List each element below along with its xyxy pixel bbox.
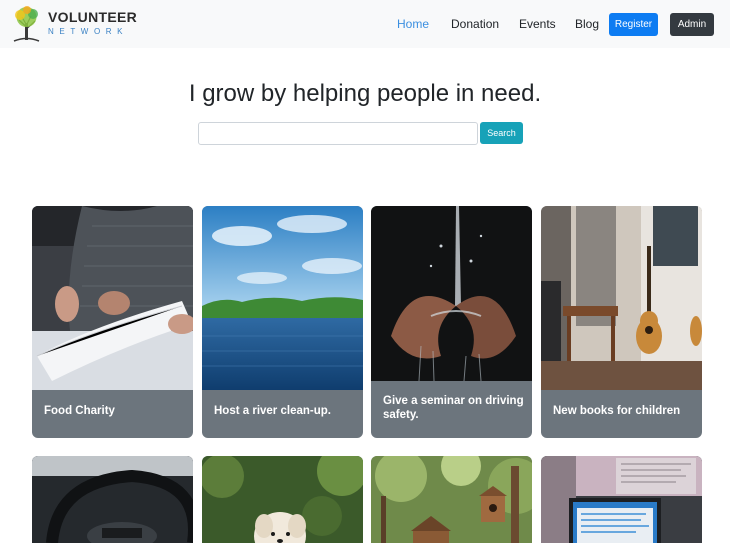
car-steering-photo [32, 456, 193, 543]
nav-link-donation[interactable]: Donation [451, 17, 499, 31]
event-card[interactable] [202, 456, 363, 543]
birdhouse-forest-photo [371, 456, 532, 543]
event-card[interactable] [371, 456, 532, 543]
navbar: VOLUNTEER NETWORK Home Donation Events B… [0, 0, 730, 48]
event-card-title: Food Charity [44, 405, 115, 417]
tree-icon [13, 6, 40, 42]
river-lake-photo [202, 206, 363, 390]
book-reading-photo [32, 206, 193, 390]
nav-link-events[interactable]: Events [519, 17, 556, 31]
event-card-food-charity[interactable]: Food Charity [32, 206, 193, 438]
event-card-title: Give a seminar on driving safety. [383, 395, 524, 421]
event-card-river-clean-up[interactable]: Host a river clean-up. [202, 206, 363, 438]
puppy-photo [202, 456, 363, 543]
event-card-driving-safety[interactable]: Give a seminar on driving safety. [371, 206, 532, 438]
nav-link-home[interactable]: Home [397, 17, 429, 31]
event-card-title: Host a river clean-up. [214, 405, 331, 417]
guitar-room-photo [541, 206, 702, 390]
computer-monitor-photo [541, 456, 702, 543]
event-card-new-books[interactable]: New books for children [541, 206, 702, 438]
register-button[interactable]: Register [609, 13, 658, 36]
nav-link-blog[interactable]: Blog [575, 17, 599, 31]
search-button[interactable]: Search [480, 122, 523, 144]
event-card[interactable] [32, 456, 193, 543]
page-title: I grow by helping people in need. [188, 80, 542, 107]
brand-logo[interactable]: VOLUNTEER NETWORK [10, 5, 140, 43]
brand-title: VOLUNTEER [48, 9, 138, 25]
search-input[interactable] [198, 122, 478, 145]
event-card[interactable] [541, 456, 702, 543]
admin-button[interactable]: Admin [670, 13, 714, 36]
brand-subtitle: NETWORK [48, 27, 129, 36]
water-hands-photo [371, 206, 532, 381]
event-card-title: New books for children [553, 405, 681, 417]
